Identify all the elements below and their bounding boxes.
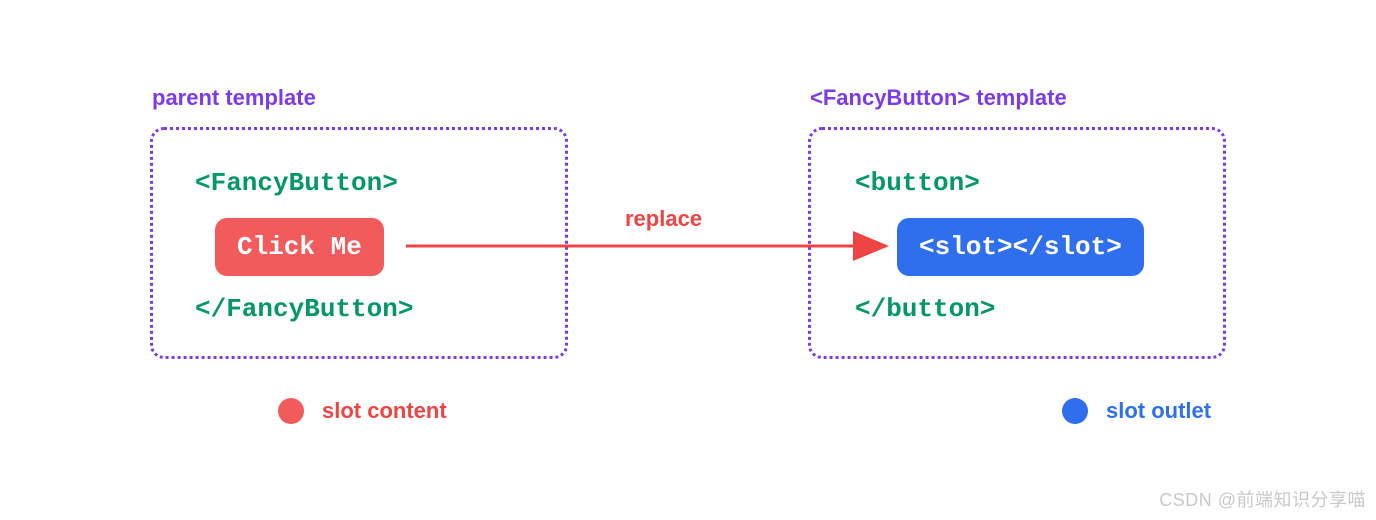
watermark: CSDN @前端知识分享喵: [1159, 486, 1366, 512]
legend-left-text: slot content: [322, 398, 447, 424]
arrow-label: replace: [625, 206, 702, 232]
legend-slot-outlet: slot outlet: [1062, 398, 1211, 424]
red-dot-icon: [278, 398, 304, 424]
blue-dot-icon: [1062, 398, 1088, 424]
replace-arrow: [0, 0, 1376, 520]
legend-slot-content: slot content: [278, 398, 447, 424]
diagram-stage: parent template <FancyButton> Click Me <…: [0, 0, 1376, 520]
legend-right-text: slot outlet: [1106, 398, 1211, 424]
